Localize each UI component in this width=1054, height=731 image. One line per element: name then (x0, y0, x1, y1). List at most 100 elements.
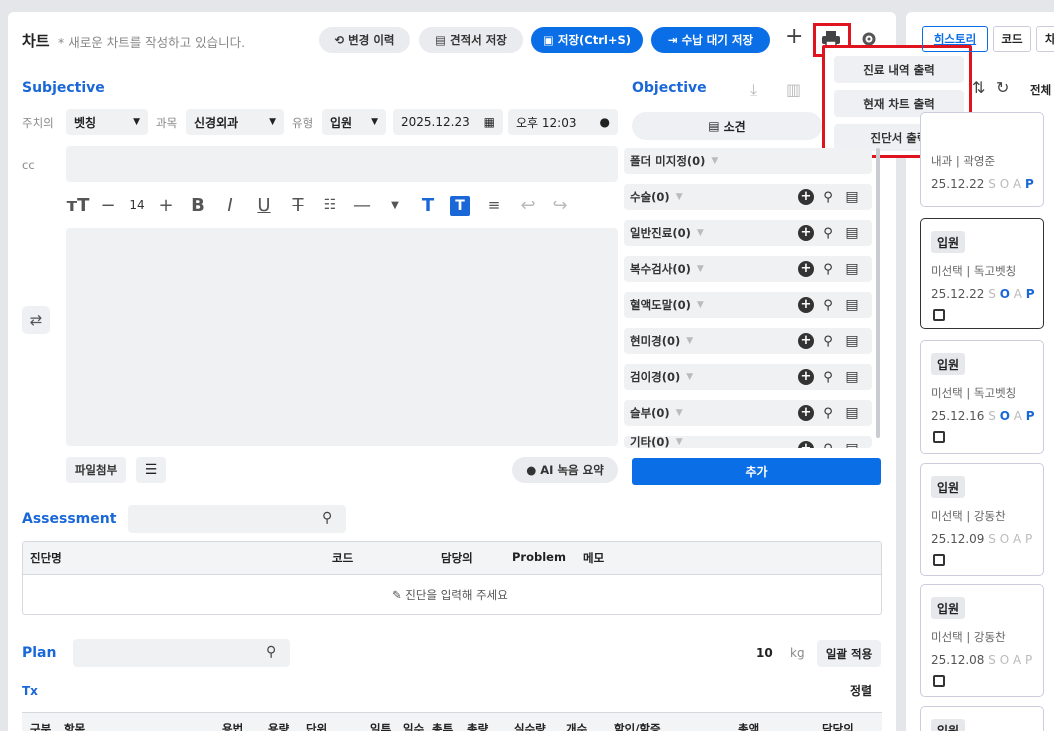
note-icon[interactable]: ▤ (844, 369, 860, 385)
note-icon[interactable]: ▤ (844, 189, 860, 205)
tab-history[interactable]: 히스토리 (922, 26, 988, 52)
objective-category[interactable]: 슬부(0) ▼ + ⚲ ▤ (624, 400, 872, 426)
note-icon[interactable]: ▤ (844, 405, 860, 421)
note-icon[interactable]: ▤ (844, 441, 860, 448)
search-icon[interactable]: ⚲ (820, 333, 836, 349)
add-icon[interactable]: + (798, 333, 814, 349)
list-icon[interactable]: ☰ (136, 457, 166, 483)
objective-category[interactable]: 수술(0) ▼ + ⚲ ▤ (624, 184, 872, 210)
download-icon[interactable]: ⤓ (750, 80, 757, 100)
objective-category[interactable]: 폴더 미지정(0) ▼ (624, 148, 872, 174)
highlight-color-icon[interactable]: T (450, 196, 470, 216)
search-icon[interactable]: ⚲ (266, 644, 276, 660)
objective-category[interactable]: 복수검사(0) ▼ + ⚲ ▤ (624, 256, 872, 282)
ai-summary-button[interactable]: ● AI 녹음 요약 (512, 457, 618, 483)
caret-down-icon: ▼ (675, 437, 683, 447)
horizontal-rule-icon[interactable]: — (350, 193, 374, 217)
history-card[interactable]: 입원 미선택 | 강동찬 25.12.09 S O A P (920, 463, 1044, 576)
font-increase-button[interactable]: + (156, 193, 176, 217)
note-icon[interactable]: ▤ (844, 333, 860, 349)
search-icon[interactable]: ⚲ (322, 510, 332, 526)
italic-icon[interactable]: I (218, 193, 242, 217)
history-card[interactable]: 내과 | 곽영준 25.12.22 S O A P (920, 112, 1044, 207)
font-decrease-button[interactable]: − (98, 193, 118, 217)
note-icon[interactable]: ▤ (844, 297, 860, 313)
chevron-down-icon[interactable]: ▼ (386, 193, 404, 217)
add-button[interactable]: + (785, 24, 803, 49)
add-findings-button[interactable]: 추가 (632, 458, 881, 485)
search-icon[interactable]: ⚲ (820, 441, 836, 449)
objective-category[interactable]: 현미경(0) ▼ + ⚲ ▤ (624, 328, 872, 354)
add-icon[interactable]: + (798, 225, 814, 241)
document-icon: ▤ (708, 119, 720, 133)
tab-chart[interactable]: 차 (1036, 26, 1054, 52)
time-input[interactable]: 오후 12:03 ● (508, 109, 618, 135)
visit-date: 25.12.22 S O A P (931, 287, 1035, 301)
file-attach-button[interactable]: 파일첨부 (66, 457, 126, 483)
all-filter[interactable]: 전체 (1030, 82, 1051, 98)
list-icon[interactable]: ☷ (318, 193, 342, 217)
add-icon[interactable]: + (798, 405, 814, 421)
document-icon[interactable] (933, 675, 945, 687)
search-icon[interactable]: ⚲ (820, 297, 836, 313)
search-icon[interactable]: ⚲ (820, 261, 836, 277)
dept-label: 과목 (156, 116, 178, 130)
objective-category[interactable]: 기타(0)▼+⚲▤ (624, 436, 872, 448)
refresh-icon[interactable]: ↻ (996, 78, 1009, 97)
add-icon[interactable]: + (798, 297, 814, 313)
document-icon[interactable] (933, 554, 945, 566)
swap-icon[interactable]: ⇄ (22, 306, 50, 334)
subjective-editor[interactable] (66, 228, 618, 446)
cc-input[interactable] (66, 146, 618, 182)
document-icon[interactable] (933, 431, 945, 443)
doctor-select[interactable]: 벳칭 ▼ (66, 109, 148, 135)
history-card[interactable]: 입원 (920, 706, 1044, 731)
add-icon[interactable]: + (798, 369, 814, 385)
bold-icon[interactable]: B (186, 193, 210, 217)
objective-category[interactable]: 일반진료(0) ▼ + ⚲ ▤ (624, 220, 872, 246)
history-card[interactable]: 입원 미선택 | 독고벳칭 25.12.22 S O A P (920, 218, 1044, 329)
objective-category[interactable]: 혈액도말(0) ▼ + ⚲ ▤ (624, 292, 872, 318)
tab-code[interactable]: 코드 (993, 26, 1031, 52)
add-icon[interactable]: + (798, 261, 814, 277)
weight-value[interactable]: 10 (756, 646, 773, 660)
strikethrough-icon[interactable]: T (286, 193, 310, 217)
search-icon[interactable]: ⚲ (820, 225, 836, 241)
underline-icon[interactable]: U (252, 193, 276, 217)
dept-select[interactable]: 신경외과 ▼ (186, 109, 284, 135)
search-icon[interactable]: ⚲ (820, 189, 836, 205)
save-button[interactable]: ▣ 저장(Ctrl+S) (531, 27, 643, 53)
objective-scrollbar[interactable] (876, 148, 880, 438)
calendar-icon: ▦ (483, 115, 495, 129)
assessment-search-input[interactable] (128, 505, 346, 533)
type-select[interactable]: 입원 ▼ (322, 109, 386, 135)
font-size-icon[interactable]: ᴛT (66, 193, 90, 217)
plan-search-input[interactable] (73, 639, 290, 667)
trash-icon[interactable]: ▥ (786, 80, 801, 99)
search-icon[interactable]: ⚲ (820, 369, 836, 385)
history-card[interactable]: 입원 미선택 | 독고벳칭 25.12.16 S O A P (920, 340, 1044, 454)
date-input[interactable]: 2025.12.23 ▦ (393, 109, 503, 135)
search-icon[interactable]: ⚲ (820, 405, 836, 421)
text-color-icon[interactable]: T (416, 193, 440, 217)
undo-icon[interactable]: ↩ (516, 193, 540, 217)
history-card[interactable]: 입원 미선택 | 강동찬 25.12.08 S O A P (920, 584, 1044, 697)
note-icon[interactable]: ▤ (844, 261, 860, 277)
add-icon[interactable]: + (798, 189, 814, 205)
redo-icon[interactable]: ↪ (548, 193, 572, 217)
estimate-save-button[interactable]: ▤ 견적서 저장 (419, 27, 523, 53)
add-icon[interactable]: + (798, 441, 814, 448)
note-icon[interactable]: ▤ (844, 225, 860, 241)
document-icon[interactable] (933, 309, 945, 321)
print-history-item[interactable]: 진료 내역 출력 (834, 56, 964, 83)
bulk-apply-button[interactable]: 일괄 적용 (817, 640, 881, 667)
findings-button[interactable]: ▤ 소견 (632, 112, 822, 140)
history-button[interactable]: ⟲ 변경 이력 (319, 27, 410, 53)
payment-wait-save-button[interactable]: ⇥ 수납 대기 저장 (651, 27, 770, 53)
align-icon[interactable]: ≡ (482, 193, 506, 217)
sort-icon[interactable]: ⇅ (972, 78, 985, 97)
visit-date: 25.12.08 S O A P (931, 653, 1033, 667)
sort-button[interactable]: 정렬 (850, 682, 872, 699)
objective-category[interactable]: 검이경(0) ▼ + ⚲ ▤ (624, 364, 872, 390)
pencil-icon: ✎ (392, 588, 402, 602)
